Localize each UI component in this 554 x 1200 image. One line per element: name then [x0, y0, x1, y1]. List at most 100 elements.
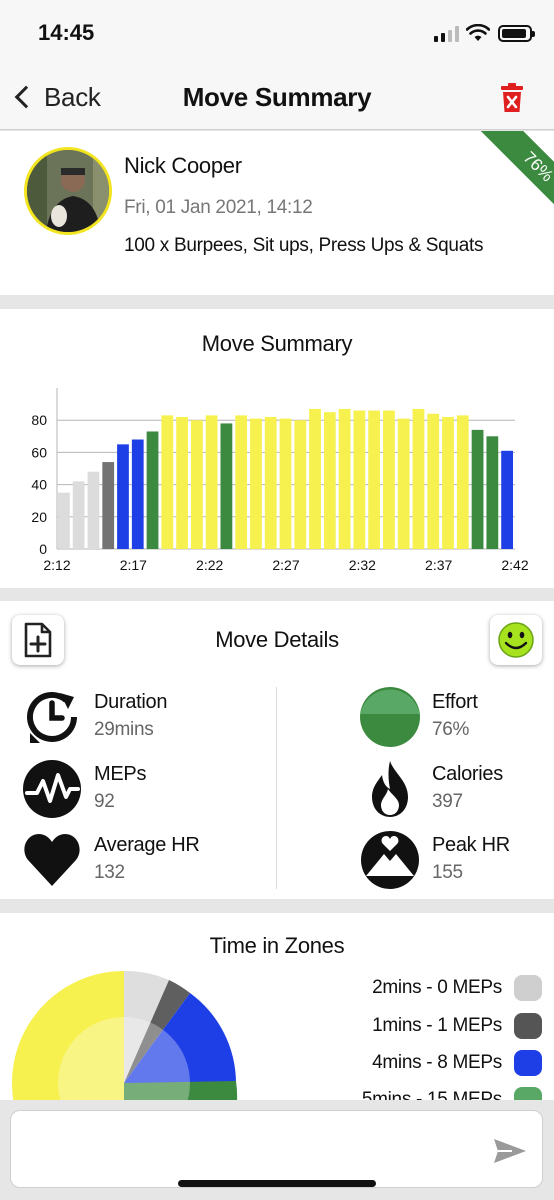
stat-label: Average HR — [94, 834, 200, 856]
bar-yellow — [442, 416, 454, 549]
bar-yellow — [323, 412, 336, 549]
x-tick-label: 2:12 — [43, 557, 70, 573]
stat-value: 155 — [432, 862, 463, 883]
details-divider — [276, 687, 277, 889]
stat-meps: MEPs 92 — [22, 759, 262, 823]
battery-icon — [498, 25, 535, 42]
bar-blue — [117, 444, 129, 549]
bar-yellow — [279, 418, 292, 549]
bar-yellow — [294, 420, 307, 549]
cellular-signal-icon — [434, 26, 459, 42]
legend-label: 1mins - 1 MEPs — [372, 1015, 502, 1036]
stat-value: 132 — [94, 862, 125, 883]
trash-icon[interactable] — [499, 83, 525, 113]
bar-light — [87, 471, 100, 549]
x-tick-label: 2:42 — [501, 557, 528, 573]
message-input[interactable] — [23, 1121, 483, 1177]
profile-name: Nick Cooper — [124, 153, 242, 178]
bar-light — [72, 481, 85, 549]
stat-value: 76% — [432, 719, 470, 740]
stat-value: 397 — [432, 791, 463, 812]
bar-yellow — [338, 408, 351, 549]
legend-swatch — [514, 975, 542, 1001]
bar-yellow — [353, 410, 366, 549]
effort-ribbon: 76% — [477, 131, 554, 228]
profile-date: Fri, 01 Jan 2021, 14:12 — [124, 197, 313, 218]
avatar[interactable] — [24, 147, 112, 235]
stat-value: 92 — [94, 791, 115, 812]
status-bar: 14:45 — [0, 0, 554, 66]
stat-effort: Effort 76% — [360, 687, 554, 751]
move-details-card: Move Details Duration 29mins MEPs 92 Ave… — [0, 601, 554, 899]
move-summary-chart: 0 20 40 60 80 2:12 2:17 2:22 2:27 2:32 2:37 2:42 — [31, 388, 529, 573]
stat-label: Effort — [432, 691, 478, 713]
workout-description: 100 x Burpees, Sit ups, Press Ups & Squa… — [124, 235, 484, 256]
send-icon[interactable] — [492, 1137, 528, 1165]
stat-peak-hr: Peak HR 155 — [360, 830, 554, 894]
legend-swatch — [514, 1050, 542, 1076]
bar-green — [146, 431, 159, 549]
stat-label: MEPs — [94, 763, 147, 785]
stat-calories: Calories 397 — [360, 759, 554, 823]
bar-yellow — [397, 418, 410, 549]
bar-blue — [501, 450, 513, 549]
legend-label: 4mins - 8 MEPs — [372, 1052, 502, 1073]
legend-item: 2mins - 0 MEPs — [372, 973, 542, 1003]
legend-label: 2mins - 0 MEPs — [372, 977, 502, 998]
bar-yellow — [412, 408, 425, 549]
zones-sunburst-chart — [12, 970, 238, 1113]
bar-green — [220, 423, 233, 549]
time-in-zones-card: Time in Zones 2mins - 0 MEPs 1mins - 1 M… — [0, 913, 554, 1113]
bar-yellow — [235, 415, 248, 549]
heartbeat-icon — [23, 760, 81, 818]
stat-duration: Duration 29mins — [22, 687, 262, 751]
y-tick-label: 60 — [31, 444, 47, 460]
status-time: 14:45 — [38, 20, 95, 45]
effort-circle-icon — [360, 687, 420, 747]
bar-yellow — [427, 413, 440, 549]
legend-item: 1mins - 1 MEPs — [372, 1011, 542, 1041]
stat-label: Peak HR — [432, 834, 510, 856]
x-tick-label: 2:37 — [425, 557, 452, 573]
home-indicator — [178, 1180, 376, 1187]
bar-yellow — [264, 416, 277, 549]
bar-yellow — [176, 416, 188, 549]
bar-yellow — [368, 410, 381, 549]
smiley-face-icon — [498, 622, 534, 658]
y-tick-label: 20 — [31, 509, 47, 525]
y-tick-label: 80 — [31, 412, 47, 428]
bar-grey — [102, 462, 115, 549]
legend-item: 4mins - 8 MEPs — [372, 1048, 542, 1078]
stat-label: Calories — [432, 763, 503, 785]
bar-yellow — [456, 415, 469, 549]
bar-blue — [131, 439, 144, 549]
page-title: Move Summary — [182, 82, 372, 112]
mood-button[interactable] — [490, 615, 542, 665]
y-tick-label: 40 — [31, 477, 47, 493]
bar-yellow — [250, 418, 262, 549]
bar-green — [486, 436, 499, 549]
legend-swatch — [514, 1013, 542, 1039]
details-title: Move Details — [215, 627, 339, 652]
stat-label: Duration — [94, 691, 168, 713]
mountain-heart-icon — [361, 831, 419, 889]
flame-icon — [372, 761, 408, 817]
bar-yellow — [190, 420, 203, 549]
bar-light — [58, 492, 70, 549]
x-tick-label: 2:32 — [349, 557, 376, 573]
bar-yellow — [161, 415, 174, 549]
x-tick-label: 2:22 — [196, 557, 223, 573]
x-tick-label: 2:17 — [120, 557, 147, 573]
clock-refresh-icon — [27, 691, 77, 743]
nav-bar: Back Move Summary — [0, 66, 554, 130]
wifi-icon — [466, 24, 490, 41]
move-summary-card: Move Summary 0 20 40 60 80 2:12 2:17 2:22 2:27 2:… — [0, 309, 554, 588]
y-tick-label: 0 — [39, 541, 47, 557]
heart-icon — [24, 834, 80, 886]
bar-yellow — [309, 408, 321, 549]
bar-yellow — [205, 415, 218, 549]
stat-value: 29mins — [94, 719, 154, 740]
bar-green — [471, 429, 484, 549]
x-tick-label: 2:27 — [272, 557, 299, 573]
bar-yellow — [383, 410, 395, 549]
